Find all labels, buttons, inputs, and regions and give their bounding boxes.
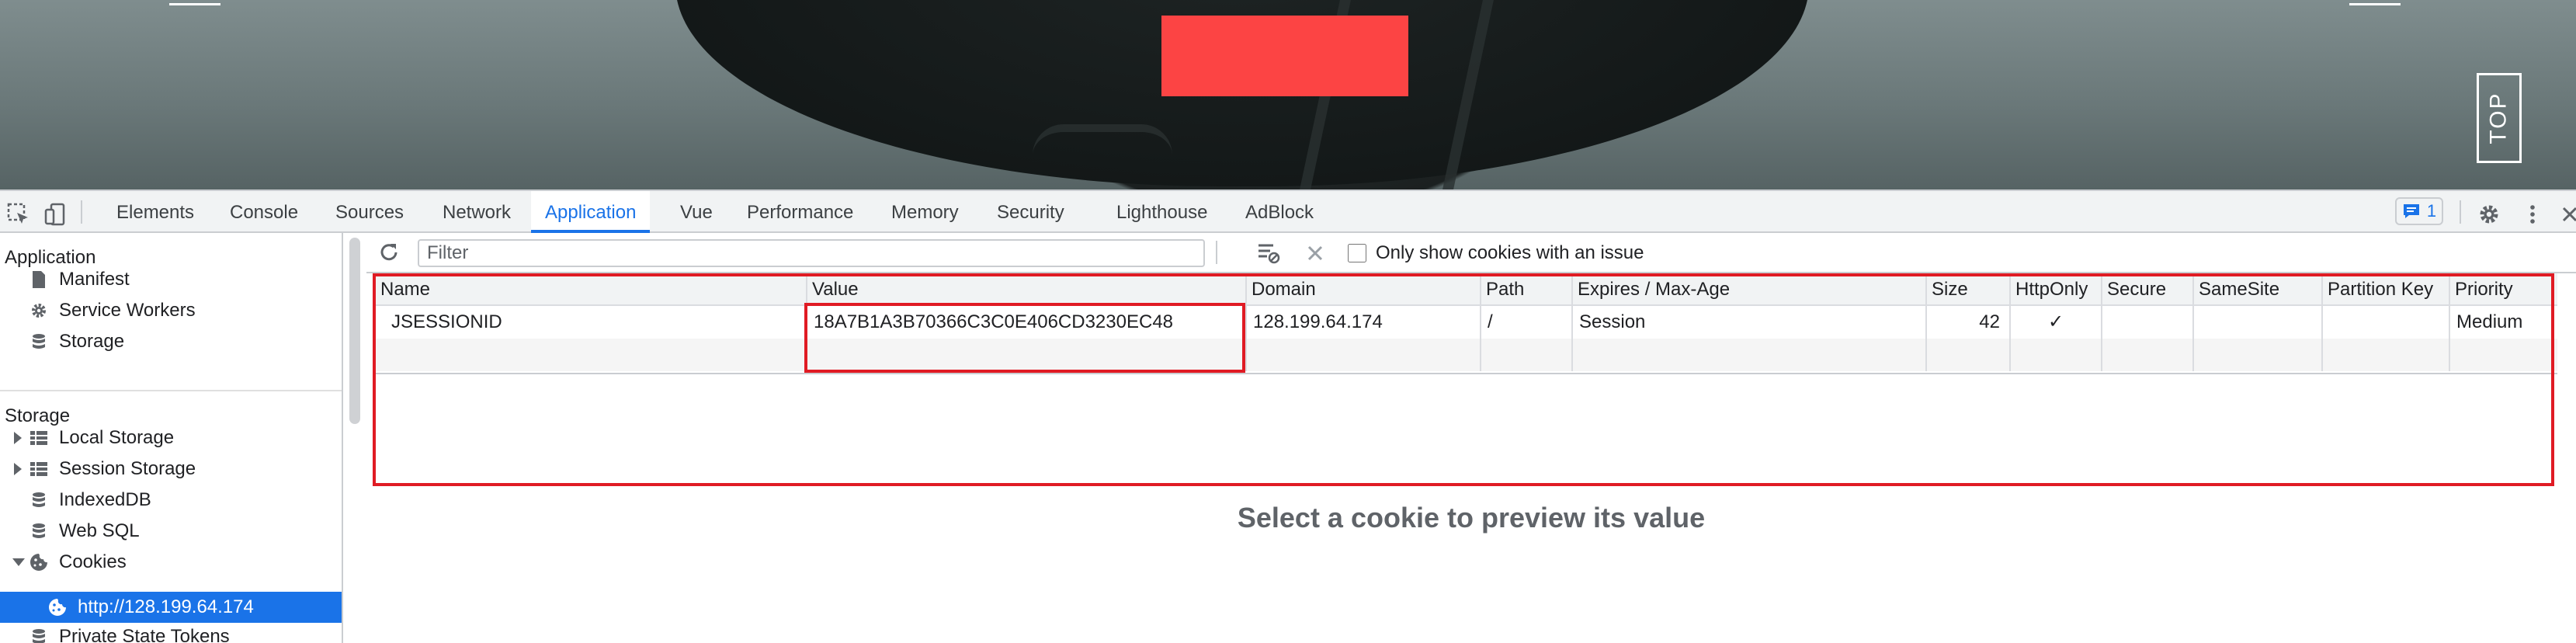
cookie-origin-label: http://128.199.64.174 (78, 596, 254, 617)
tab-vue[interactable]: Vue (666, 191, 727, 233)
tab-performance[interactable]: Performance (733, 191, 867, 233)
sidebar-scrollbar[interactable] (349, 238, 360, 424)
back-to-top-button[interactable]: TOP (2477, 73, 2522, 163)
grid-icon (30, 462, 47, 476)
cookie-icon (49, 599, 66, 616)
database-icon (33, 334, 45, 349)
sidebar-divider (0, 390, 342, 391)
cookie-toolbar: Only show cookies with an issue (366, 233, 2576, 273)
refresh-icon[interactable] (377, 241, 401, 264)
page-viewport: TOP (0, 0, 2576, 189)
devtools-tab-bar: Elements Console Sources Network Applica… (0, 189, 2576, 233)
expand-arrow-icon[interactable] (14, 432, 22, 444)
filter-input[interactable] (418, 239, 1205, 267)
database-icon (33, 629, 45, 643)
page-corner-mark-left (169, 0, 220, 5)
tab-network[interactable]: Network (429, 191, 525, 233)
gear-icon (32, 304, 46, 318)
jacket-pocket (1033, 124, 1172, 189)
page-corner-mark-right (2349, 0, 2401, 5)
inspect-element-icon[interactable] (6, 202, 31, 227)
redaction-box (1161, 16, 1408, 96)
delete-selected-icon[interactable] (1306, 244, 1324, 262)
message-icon (2403, 204, 2419, 218)
tab-application[interactable]: Application (531, 191, 651, 233)
annotation-highlight-table (373, 273, 2554, 486)
grid-icon (30, 431, 47, 445)
cookie-preview-placeholder: Select a cookie to preview its value (1237, 502, 1706, 534)
only-issues-label: Only show cookies with an issue (1376, 242, 1644, 263)
document-icon (33, 271, 45, 288)
application-sidebar: Application Manifest Service Workers Sto… (0, 233, 343, 643)
sidebar-item-cookie-origin[interactable]: http://128.199.64.174 (0, 592, 342, 623)
issues-count: 1 (2426, 201, 2437, 221)
more-options-icon[interactable] (2520, 202, 2545, 227)
tab-memory[interactable]: Memory (877, 191, 973, 233)
device-toolbar-icon[interactable] (43, 202, 68, 227)
settings-gear-icon[interactable] (2477, 202, 2501, 227)
tab-lighthouse[interactable]: Lighthouse (1102, 191, 1221, 233)
tab-security[interactable]: Security (983, 191, 1078, 233)
back-to-top-label: TOP (2486, 92, 2512, 144)
collapse-arrow-icon[interactable] (12, 558, 25, 566)
annotation-highlight-value (804, 303, 1245, 373)
toolbar-divider (81, 200, 82, 224)
tab-adblock[interactable]: AdBlock (1231, 191, 1328, 233)
cookie-icon (30, 554, 47, 571)
tab-sources[interactable]: Sources (321, 191, 418, 233)
toolbar-divider (2460, 200, 2461, 224)
only-issues-checkbox[interactable] (1348, 244, 1366, 262)
clear-filtered-cookies-icon[interactable] (1256, 241, 1281, 266)
tab-console[interactable]: Console (216, 191, 312, 233)
database-icon (33, 523, 45, 538)
tab-elements[interactable]: Elements (102, 191, 208, 233)
database-icon (33, 492, 45, 507)
expand-arrow-icon[interactable] (14, 463, 22, 475)
close-devtools-icon[interactable] (2557, 202, 2576, 227)
toolbar-divider (1216, 241, 1217, 264)
issues-badge[interactable]: 1 (2395, 197, 2443, 225)
